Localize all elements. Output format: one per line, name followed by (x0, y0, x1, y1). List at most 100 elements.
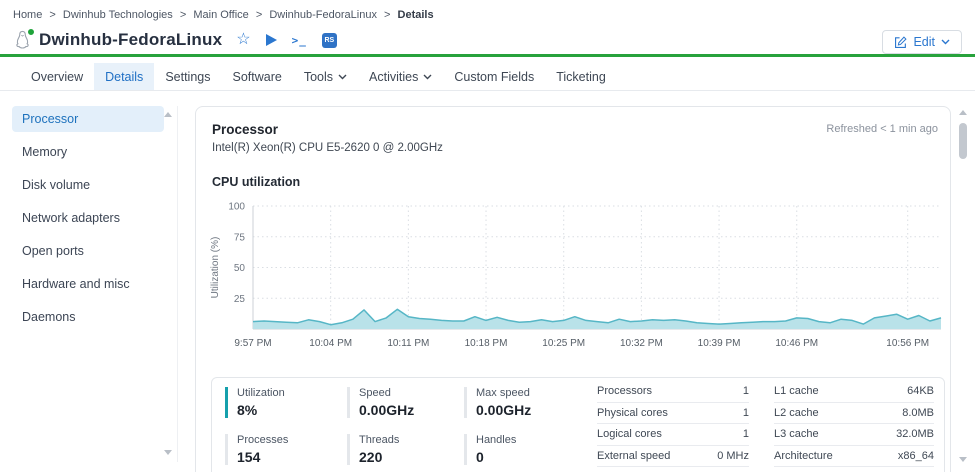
stat-speed: Speed 0.00GHz (347, 387, 464, 418)
row-key: L3 cache (774, 428, 819, 441)
sidebar-scrollbar-track (177, 106, 178, 462)
stat-value: 0 (476, 449, 484, 465)
row-value: 0 MHz (717, 449, 749, 462)
sidebar-item-daemons[interactable]: Daemons (12, 304, 164, 330)
run-script-play-icon[interactable] (265, 34, 277, 46)
chevron-down-icon (941, 39, 950, 45)
breadcrumb-separator: > (179, 9, 187, 21)
row-key: L1 cache (774, 385, 819, 398)
tab-label: Overview (31, 69, 84, 84)
svg-text:10:32 PM: 10:32 PM (620, 338, 663, 349)
breadcrumb-separator: > (255, 9, 263, 21)
tab-bar: Overview Details Settings Software Tools… (0, 63, 975, 91)
sidebar-scroll-down-arrow-icon[interactable] (164, 450, 172, 455)
svg-text:10:11 PM: 10:11 PM (387, 338, 429, 349)
svg-text:10:25 PM: 10:25 PM (542, 338, 585, 349)
stat-label: Utilization (237, 387, 285, 399)
page-scrollbar[interactable] (957, 106, 970, 464)
edit-button[interactable]: Edit (882, 30, 962, 54)
stat-label: Max speed (476, 387, 530, 399)
row-value: 32.0MB (896, 428, 934, 441)
edit-button-label: Edit (913, 35, 935, 49)
tab-details[interactable]: Details (94, 63, 155, 90)
sidebar-item-hardware-and-misc[interactable]: Hardware and misc (12, 271, 164, 297)
stat-value: 154 (237, 449, 261, 465)
processor-panel: Processor Intel(R) Xeon(R) CPU E5-2620 0… (195, 106, 951, 472)
device-action-icons: ☆ >_ RS (236, 32, 337, 48)
table-row: Logical cores 1 (597, 424, 749, 446)
details-sidebar: Processor Memory Disk volume Network ada… (12, 106, 170, 337)
svg-text:25: 25 (234, 294, 246, 305)
stat-label: Speed (359, 387, 391, 399)
breadcrumb-device[interactable]: Dwinhub-FedoraLinux (269, 9, 377, 21)
favorite-star-icon[interactable]: ☆ (236, 32, 250, 48)
sidebar-scroll-up-arrow-icon[interactable] (164, 112, 172, 117)
svg-text:9:57 PM: 9:57 PM (234, 338, 271, 349)
stat-grid: Utilization 8% Speed 0.00GHz Max speed 0… (225, 387, 589, 465)
sidebar-item-open-ports[interactable]: Open ports (12, 238, 164, 264)
stat-max-speed: Max speed 0.00GHz (464, 387, 589, 418)
row-value: 1 (742, 406, 749, 419)
tab-tools[interactable]: Tools (293, 63, 358, 90)
tab-custom-fields[interactable]: Custom Fields (443, 63, 545, 90)
chevron-down-icon (423, 74, 432, 79)
table-row: Physical cores 1 (597, 403, 749, 424)
sidebar-item-memory[interactable]: Memory (12, 139, 164, 165)
cpu-details-table-col1: Processors 1 Physical cores 1 Logical core… (597, 381, 749, 467)
chart-title: CPU utilization (212, 175, 301, 189)
stat-handles: Handles 0 (464, 434, 589, 465)
stat-value: 8% (237, 402, 258, 418)
device-header: Dwinhub-FedoraLinux ☆ >_ RS (13, 27, 337, 53)
scrollbar-thumb[interactable] (959, 123, 967, 159)
svg-text:10:18 PM: 10:18 PM (465, 338, 508, 349)
svg-text:100: 100 (228, 202, 245, 213)
tab-overview[interactable]: Overview (20, 63, 94, 90)
cpu-model-text: Intel(R) Xeon(R) CPU E5-2620 0 @ 2.00GHz (212, 142, 443, 154)
sidebar-item-disk-volume[interactable]: Disk volume (12, 172, 164, 198)
stat-processes: Processes 154 (225, 434, 347, 465)
online-status-dot (27, 27, 35, 36)
tab-ticketing[interactable]: Ticketing (545, 63, 617, 90)
cpu-details-table-col2: L1 cache 64KB L2 cache 8.0MB L3 cache 32.0M… (774, 381, 934, 467)
breadcrumb-company[interactable]: Dwinhub Technologies (63, 9, 173, 21)
table-row: L2 cache 8.0MB (774, 403, 934, 424)
tab-label: Settings (165, 69, 211, 84)
row-key: Logical cores (597, 428, 662, 441)
table-row: L3 cache 32.0MB (774, 424, 934, 446)
scroll-up-arrow-icon[interactable] (959, 110, 967, 115)
svg-text:75: 75 (234, 232, 246, 243)
row-key: External speed (597, 449, 671, 462)
svg-text:10:04 PM: 10:04 PM (309, 338, 352, 349)
refreshed-status: Refreshed < 1 min ago (826, 123, 938, 135)
tab-settings[interactable]: Settings (154, 63, 221, 90)
table-row: External speed 0 MHz (597, 446, 749, 467)
table-row: Architecture x86_64 (774, 446, 934, 467)
row-key: Processors (597, 385, 653, 398)
tab-software[interactable]: Software (221, 63, 292, 90)
linux-penguin-icon (13, 27, 35, 51)
row-value: 1 (742, 385, 749, 398)
stat-label: Threads (359, 434, 400, 446)
breadcrumb-separator: > (49, 9, 56, 21)
tab-activities[interactable]: Activities (358, 63, 443, 90)
svg-text:10:56 PM: 10:56 PM (886, 338, 929, 349)
tab-label: Software (232, 69, 282, 84)
terminal-icon[interactable]: >_ (292, 34, 307, 47)
tab-label: Ticketing (556, 69, 606, 84)
breadcrumb-site[interactable]: Main Office (193, 9, 248, 21)
scroll-down-arrow-icon[interactable] (959, 457, 967, 462)
sidebar-item-processor[interactable]: Processor (12, 106, 164, 132)
row-value: 8.0MB (902, 406, 934, 419)
breadcrumb-current: Details (397, 9, 434, 21)
stat-value: 220 (359, 449, 383, 465)
sidebar-item-network-adapters[interactable]: Network adapters (12, 205, 164, 231)
svg-text:10:39 PM: 10:39 PM (698, 338, 741, 349)
row-key: L2 cache (774, 406, 819, 419)
tab-label: Details (105, 69, 144, 84)
device-details-page: Home > Dwinhub Technologies > Main Offic… (0, 0, 975, 472)
pencil-icon (895, 35, 908, 48)
cpu-utilization-chart: 25 50 75 100 9:57 PM 10:04 PM 10:11 PM 10:18 PM… (196, 195, 952, 361)
remote-session-icon[interactable]: RS (321, 32, 337, 48)
stat-value: 0.00GHz (476, 402, 532, 418)
breadcrumb-home[interactable]: Home (13, 9, 42, 21)
